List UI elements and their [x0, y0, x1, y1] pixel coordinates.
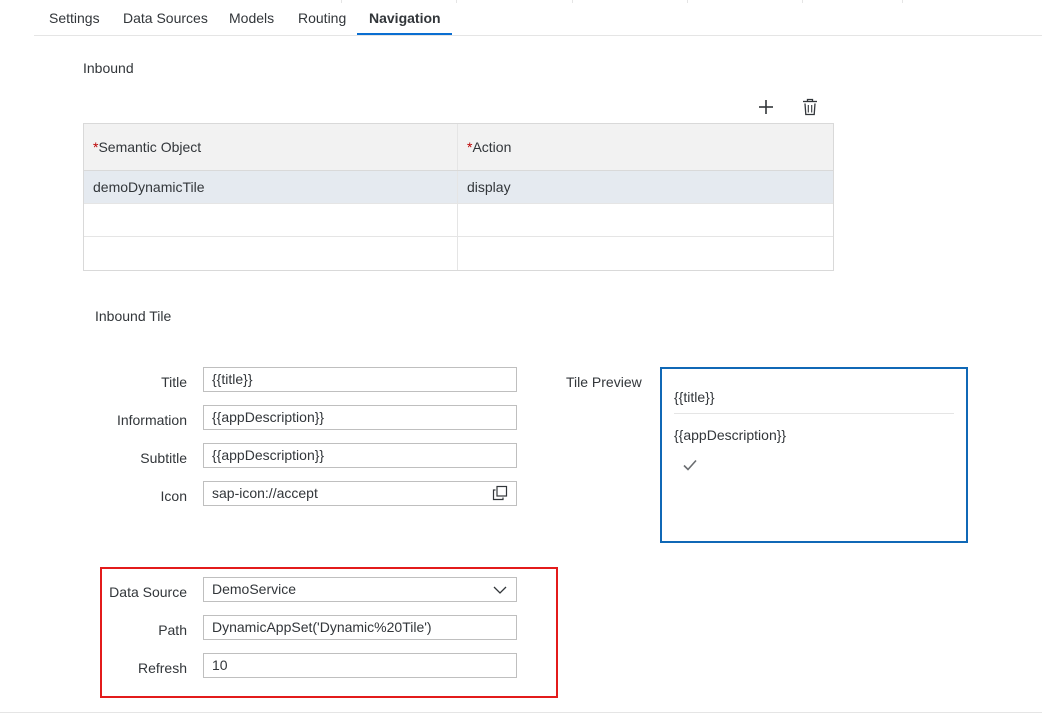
chevron-down-icon — [492, 582, 508, 598]
tab-settings[interactable]: Settings — [49, 3, 100, 34]
checkmark-icon — [682, 457, 698, 473]
data-source-dropdown-button[interactable] — [492, 582, 508, 598]
column-header-label: Semantic Object — [98, 140, 201, 154]
column-header-semantic-object[interactable]: *Semantic Object — [84, 124, 458, 170]
inbound-table: *Semantic Object *Action demoDynamicTile… — [83, 123, 834, 271]
icon-input-value: sap-icon://accept — [212, 485, 318, 501]
subtitle-label: Subtitle — [67, 450, 187, 466]
divider — [0, 712, 1042, 713]
data-source-value: DemoService — [212, 581, 296, 597]
tile-preview-info: {{appDescription}} — [674, 427, 786, 443]
cell-action[interactable] — [458, 204, 833, 236]
table-row[interactable] — [84, 204, 833, 237]
column-header-action[interactable]: *Action — [458, 124, 833, 170]
table-row[interactable]: demoDynamicTile display — [84, 171, 833, 204]
value-help-icon — [492, 485, 508, 501]
path-input[interactable]: DynamicAppSet('Dynamic%20Tile') — [203, 615, 517, 640]
icon-input[interactable]: sap-icon://accept — [203, 481, 517, 506]
title-input[interactable]: {{title}} — [203, 367, 517, 392]
inbound-section-title: Inbound — [83, 60, 134, 76]
tab-routing[interactable]: Routing — [298, 3, 346, 34]
information-label: Information — [67, 412, 187, 428]
cell-semantic-object[interactable]: demoDynamicTile — [84, 171, 458, 203]
title-label: Title — [67, 374, 187, 390]
data-source-select[interactable]: DemoService — [203, 577, 517, 602]
tile-preview-label: Tile Preview — [566, 374, 642, 390]
cell-semantic-object[interactable] — [84, 204, 458, 236]
tab-navigation[interactable]: Navigation — [369, 3, 441, 34]
column-header-label: Action — [472, 140, 511, 154]
add-button[interactable] — [756, 97, 776, 117]
value-help-button[interactable] — [492, 485, 508, 501]
data-source-label: Data Source — [67, 584, 187, 600]
icon-label: Icon — [67, 488, 187, 504]
plus-icon — [756, 97, 776, 117]
divider — [674, 413, 954, 414]
cell-action[interactable] — [458, 237, 833, 270]
tab-models[interactable]: Models — [229, 3, 274, 34]
tab-active-indicator — [357, 33, 452, 35]
left-rail — [0, 0, 34, 714]
table-header-row: *Semantic Object *Action — [84, 124, 833, 171]
tab-data-sources[interactable]: Data Sources — [123, 3, 208, 34]
path-label: Path — [67, 622, 187, 638]
cell-semantic-object[interactable] — [84, 237, 458, 270]
tile-preview[interactable]: {{title}} {{appDescription}} — [660, 367, 968, 543]
trash-icon — [800, 97, 820, 117]
tile-preview-icon — [682, 457, 698, 473]
tab-bar: Settings Data Sources Models Routing Nav… — [34, 3, 1042, 36]
refresh-input[interactable]: 10 — [203, 653, 517, 678]
refresh-label: Refresh — [67, 660, 187, 676]
tile-preview-title: {{title}} — [674, 389, 715, 405]
information-input[interactable]: {{appDescription}} — [203, 405, 517, 430]
table-row[interactable] — [84, 237, 833, 270]
inbound-tile-section-title: Inbound Tile — [95, 308, 171, 324]
delete-button[interactable] — [800, 97, 820, 117]
cell-action[interactable]: display — [458, 171, 833, 203]
subtitle-input[interactable]: {{appDescription}} — [203, 443, 517, 468]
